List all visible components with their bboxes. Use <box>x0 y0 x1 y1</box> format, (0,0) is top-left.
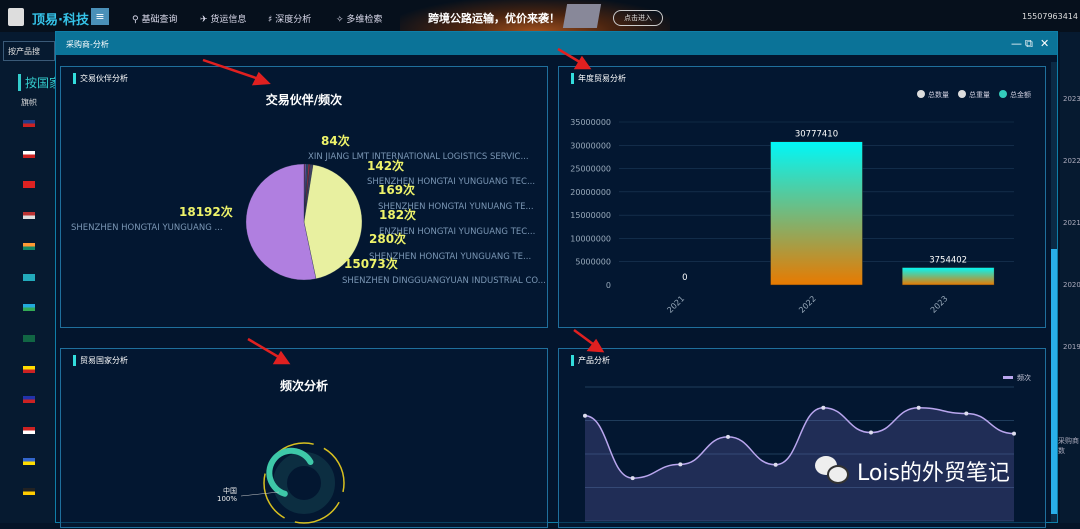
year-label: 2020 <box>1063 281 1080 289</box>
legend-label: 总重量 <box>969 90 990 99</box>
annual-bar-chart: 0 5000000 10000000 15000000 20000000 25000000… <box>570 90 1031 315</box>
flag-ecuador-icon[interactable] <box>23 365 35 373</box>
year-label: 2019 <box>1063 343 1080 351</box>
y-tick-label: 20000000 <box>570 188 611 197</box>
brand-name: 顶易·科技 <box>32 13 89 28</box>
data-point <box>916 405 921 410</box>
legend-label: 总数量 <box>928 90 949 99</box>
data-point <box>821 405 826 410</box>
y-tick-label: 0 <box>606 281 611 290</box>
pie-name-label: SHENZHEN DINGGUANGYUAN INDUSTRIAL CO... <box>342 276 546 286</box>
flag-ukraine-icon[interactable] <box>23 457 35 465</box>
pie-name-label: SHENZHEN HONGTAI YUNGUANG ... <box>71 223 223 233</box>
partner-pie-chart: 84次 XIN JIANG LMT INTERNATIONAL LOGISTICS… <box>71 133 546 286</box>
pie-value-label: 280次 <box>369 231 406 246</box>
data-point <box>583 413 587 418</box>
x-tick-label: 2023 <box>929 294 950 315</box>
y-tick-label: 5000000 <box>575 258 611 267</box>
partner-panel: 交易伙伴分析 交易伙伴/频次 84次 XIN JIANG LMT INTERNAT… <box>60 66 548 328</box>
data-point <box>630 476 635 481</box>
watermark-text: Lois的外贸笔记 <box>857 461 1010 486</box>
data-point <box>726 434 730 439</box>
banner-text: 跨境公路运输，优价来袭！ <box>428 12 560 25</box>
legend-label: 总金额 <box>1010 90 1031 99</box>
close-button[interactable]: ✕ <box>1040 37 1049 50</box>
modal-header <box>56 32 1057 55</box>
pie-value-label: 142次 <box>367 158 404 173</box>
bar-value-label: 30777410 <box>795 130 838 140</box>
data-point <box>678 462 683 467</box>
pie-value-label: 169次 <box>378 182 415 197</box>
legend-marker-icon <box>917 90 925 98</box>
data-point <box>773 462 778 467</box>
x-tick-label: 2021 <box>665 294 686 315</box>
bar-value-label: 0 <box>682 273 687 283</box>
ring-label-line <box>240 491 280 497</box>
y-tick-label: 30000000 <box>570 141 611 150</box>
country-ring-chart: 中国100% <box>217 442 345 524</box>
flag-usa-icon[interactable] <box>23 212 35 220</box>
flag-india-icon[interactable] <box>23 242 35 250</box>
ring-glow <box>273 452 335 514</box>
maximize-button[interactable]: ⧉ <box>1025 37 1033 51</box>
menu-toggle-button[interactable]: ≡ <box>91 8 109 25</box>
pie-value-label: 18192次 <box>179 204 233 219</box>
y-tick-label: 35000000 <box>570 118 611 127</box>
truck-icon <box>562 4 602 28</box>
analysis-modal: 采购商-分析 — ⧉ ✕ 交易伙伴分析 交易伙伴/频次 84次 XIN JIANG… <box>55 31 1058 528</box>
flag-kazakhstan-icon[interactable] <box>23 273 35 281</box>
data-point <box>964 411 969 416</box>
year-label: 2022 <box>1063 157 1080 165</box>
nav-freight-info[interactable]: ✈ 货运信息 <box>200 12 246 25</box>
bar <box>770 141 863 286</box>
nav-basic-query[interactable]: ⚲ 基础查询 <box>132 12 177 25</box>
product-panel: 产品分析 频次 <box>558 348 1046 528</box>
x-tick-label: 2022 <box>797 294 818 315</box>
buyer-count-label: 采购商数 <box>1058 437 1079 455</box>
flag-column-header: 旗帜 <box>21 98 37 107</box>
pie-value-label: 182次 <box>379 207 416 222</box>
annual-panel: 年度贸易分析 0 5000000 10000000 15000000 20000000 2… <box>558 66 1046 328</box>
nav-deep-analysis[interactable]: ♯ 深度分析 <box>268 12 311 25</box>
scrollbar-thumb[interactable] <box>1051 249 1057 514</box>
bar-value-label: 3754402 <box>929 256 967 266</box>
flag-uk-icon[interactable] <box>23 120 35 127</box>
flag-vietnam-icon[interactable] <box>23 181 35 189</box>
pie-name-label: XIN JIANG LMT INTERNATIONAL LOGISTICS SE… <box>308 152 529 162</box>
ring-name-label: 中国 <box>223 486 237 495</box>
data-point <box>1012 431 1016 436</box>
data-point <box>869 430 873 435</box>
year-label: 2021 <box>1063 219 1080 227</box>
pie-value-label: 15073次 <box>344 256 398 271</box>
modal-title: 采购商-分析 <box>66 40 109 49</box>
year-label: 2023 <box>1063 95 1080 103</box>
pie-value-label: 84次 <box>321 133 350 148</box>
flag-uzbekistan-icon[interactable] <box>23 304 35 312</box>
flag-pakistan-icon[interactable] <box>23 334 35 342</box>
legend-label: 频次 <box>1017 373 1031 382</box>
flag-russia-icon[interactable] <box>23 150 35 158</box>
flag-uganda-icon[interactable] <box>23 488 35 496</box>
flag-philippines-icon[interactable] <box>23 396 35 404</box>
top-navbar: 顶易·科技 ≡ ⚲ 基础查询 ✈ 货运信息 ♯ 深度分析 ✧ 多维检索 跨境公路… <box>0 0 1080 32</box>
wechat-icon <box>815 456 851 486</box>
logo-icon <box>8 8 24 26</box>
legend-marker-icon <box>1003 376 1013 379</box>
flag-peru-icon[interactable] <box>23 427 35 434</box>
y-tick-label: 15000000 <box>570 211 611 220</box>
y-tick-label: 10000000 <box>570 234 611 243</box>
bar <box>901 267 995 286</box>
product-area-chart: 频次 <box>583 373 1031 522</box>
ring-value-label: 100% <box>217 495 237 503</box>
banner-enter-button[interactable]: 点击进入 <box>613 10 663 26</box>
legend-marker-icon <box>999 90 1007 98</box>
y-tick-label: 25000000 <box>570 165 611 174</box>
minimize-button[interactable]: — <box>1011 37 1022 50</box>
nav-multi-search[interactable]: ✧ 多维检索 <box>336 12 382 25</box>
legend-marker-icon <box>958 90 966 98</box>
product-search-input[interactable]: 按产品搜 <box>3 41 55 61</box>
country-panel: 贸易国家分析 频次分析 中国 100% <box>60 348 548 528</box>
watermark: Lois的外贸笔记 <box>815 455 1010 487</box>
user-phone[interactable]: 15507963414 <box>1022 12 1078 21</box>
